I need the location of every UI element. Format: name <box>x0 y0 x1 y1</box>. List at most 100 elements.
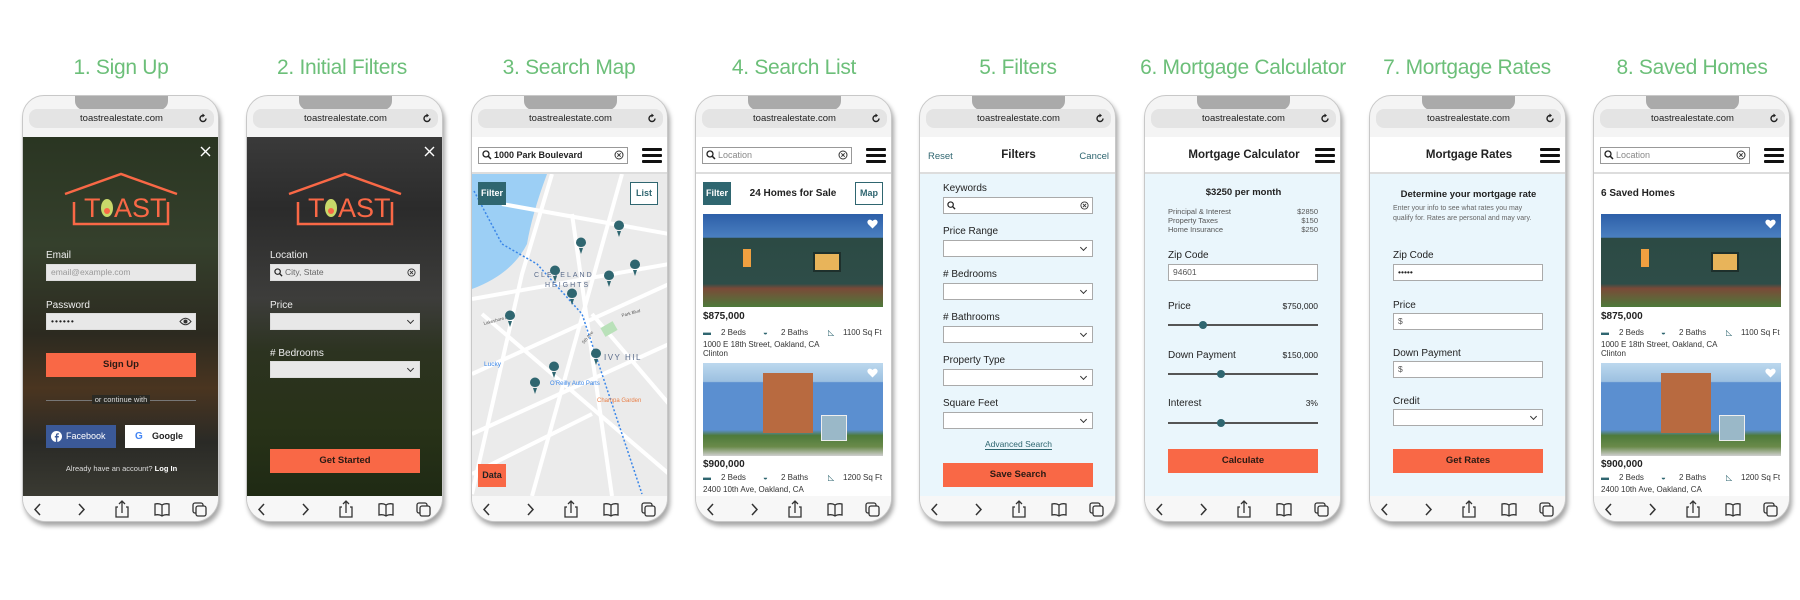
back-icon[interactable] <box>1380 503 1388 516</box>
menu-icon[interactable] <box>1764 148 1784 163</box>
reload-icon[interactable] <box>1320 113 1330 124</box>
filter-button[interactable]: Filter <box>703 182 731 205</box>
listing-photo[interactable] <box>1601 214 1781 307</box>
email-field[interactable]: email@example.com <box>46 264 196 281</box>
share-icon[interactable] <box>1686 500 1700 518</box>
bookmarks-icon[interactable] <box>1051 503 1067 517</box>
price-range-select[interactable] <box>943 240 1093 257</box>
tabs-icon[interactable] <box>1763 502 1778 517</box>
zip-code-input[interactable]: ••••• <box>1393 264 1543 281</box>
clear-icon[interactable] <box>1080 201 1089 210</box>
sign-up-button[interactable]: Sign Up <box>46 353 196 377</box>
facebook-button[interactable]: Facebook <box>46 425 116 448</box>
data-button[interactable]: Data <box>478 464 506 487</box>
bookmarks-icon[interactable] <box>1501 503 1517 517</box>
close-icon[interactable] <box>424 146 435 157</box>
property-type-select[interactable] <box>943 369 1093 386</box>
tabs-icon[interactable] <box>1539 502 1554 517</box>
address-bar[interactable]: toastrealestate.com <box>1376 109 1561 128</box>
forward-icon[interactable] <box>302 503 310 516</box>
credit-select[interactable] <box>1393 409 1543 426</box>
back-icon[interactable] <box>1155 503 1163 516</box>
location-field[interactable]: City, State <box>270 264 420 281</box>
list-view-button[interactable]: List <box>630 182 658 205</box>
bookmarks-icon[interactable] <box>154 503 170 517</box>
address-bar[interactable]: toastrealestate.com <box>29 109 214 128</box>
reload-icon[interactable] <box>647 113 657 124</box>
tabs-icon[interactable] <box>1089 502 1104 517</box>
bedrooms-select[interactable] <box>943 283 1093 300</box>
clear-icon[interactable] <box>1736 150 1746 160</box>
price-select[interactable] <box>270 313 420 330</box>
tabs-icon[interactable] <box>641 502 656 517</box>
location-search-input[interactable]: Location <box>1600 147 1750 164</box>
map[interactable]: CLEVELAND HEIGHTS IVY HIL Lucky O'Reilly… <box>472 174 668 496</box>
favorite-heart-icon[interactable] <box>867 368 878 378</box>
bathrooms-select[interactable] <box>943 326 1093 343</box>
forward-icon[interactable] <box>1649 503 1657 516</box>
square-feet-select[interactable] <box>943 412 1093 429</box>
down-payment-slider[interactable] <box>1168 369 1318 378</box>
price-slider[interactable] <box>1168 320 1318 329</box>
tabs-icon[interactable] <box>865 502 880 517</box>
reload-icon[interactable] <box>1545 113 1555 124</box>
share-icon[interactable] <box>564 500 578 518</box>
interest-slider-handle[interactable] <box>1216 418 1225 427</box>
calculate-button[interactable]: Calculate <box>1168 449 1318 473</box>
reload-icon[interactable] <box>422 113 432 124</box>
forward-icon[interactable] <box>1425 503 1433 516</box>
save-search-button[interactable]: Save Search <box>943 463 1093 487</box>
forward-icon[interactable] <box>78 503 86 516</box>
tabs-icon[interactable] <box>192 502 207 517</box>
forward-icon[interactable] <box>1200 503 1208 516</box>
menu-icon[interactable] <box>1540 148 1560 163</box>
reload-icon[interactable] <box>871 113 881 124</box>
listing-photo[interactable] <box>703 214 883 307</box>
price-slider-handle[interactable] <box>1198 320 1207 329</box>
bookmarks-icon[interactable] <box>1276 503 1292 517</box>
cancel-button[interactable]: Cancel <box>1079 151 1109 162</box>
map-view-button[interactable]: Map <box>855 182 883 205</box>
reload-icon[interactable] <box>1769 113 1779 124</box>
address-bar[interactable]: toastrealestate.com <box>253 109 438 128</box>
share-icon[interactable] <box>788 500 802 518</box>
zip-code-input[interactable]: 94601 <box>1168 264 1318 281</box>
menu-icon[interactable] <box>642 148 662 163</box>
listing-photo[interactable] <box>703 363 883 456</box>
get-rates-button[interactable]: Get Rates <box>1393 449 1543 473</box>
back-icon[interactable] <box>1604 503 1612 516</box>
listing-photo[interactable] <box>1601 363 1781 456</box>
bookmarks-icon[interactable] <box>1725 503 1741 517</box>
address-bar[interactable]: toastrealestate.com <box>1151 109 1336 128</box>
bookmarks-icon[interactable] <box>378 503 394 517</box>
share-icon[interactable] <box>1237 500 1251 518</box>
back-icon[interactable] <box>706 503 714 516</box>
down-payment-input[interactable]: $ <box>1393 361 1543 378</box>
close-icon[interactable] <box>200 146 211 157</box>
tabs-icon[interactable] <box>1314 502 1329 517</box>
clear-icon[interactable] <box>614 150 624 160</box>
back-icon[interactable] <box>257 503 265 516</box>
reload-icon[interactable] <box>1095 113 1105 124</box>
tabs-icon[interactable] <box>416 502 431 517</box>
advanced-search-link[interactable]: Advanced Search <box>920 439 1115 450</box>
share-icon[interactable] <box>115 500 129 518</box>
get-started-button[interactable]: Get Started <box>270 449 420 473</box>
clear-icon[interactable] <box>838 150 848 160</box>
forward-icon[interactable] <box>527 503 535 516</box>
forward-icon[interactable] <box>751 503 759 516</box>
price-input[interactable]: $ <box>1393 313 1543 330</box>
share-icon[interactable] <box>1012 500 1026 518</box>
bookmarks-icon[interactable] <box>603 503 619 517</box>
favorite-heart-icon[interactable] <box>1765 368 1776 378</box>
back-icon[interactable] <box>482 503 490 516</box>
address-bar[interactable]: toastrealestate.com <box>478 109 663 128</box>
favorite-heart-icon[interactable] <box>867 219 878 229</box>
address-bar[interactable]: toastrealestate.com <box>1600 109 1785 128</box>
address-bar[interactable]: toastrealestate.com <box>926 109 1111 128</box>
address-bar[interactable]: toastrealestate.com <box>702 109 887 128</box>
forward-icon[interactable] <box>975 503 983 516</box>
clear-icon[interactable] <box>407 268 416 277</box>
bookmarks-icon[interactable] <box>827 503 843 517</box>
bedrooms-select[interactable] <box>270 361 420 378</box>
